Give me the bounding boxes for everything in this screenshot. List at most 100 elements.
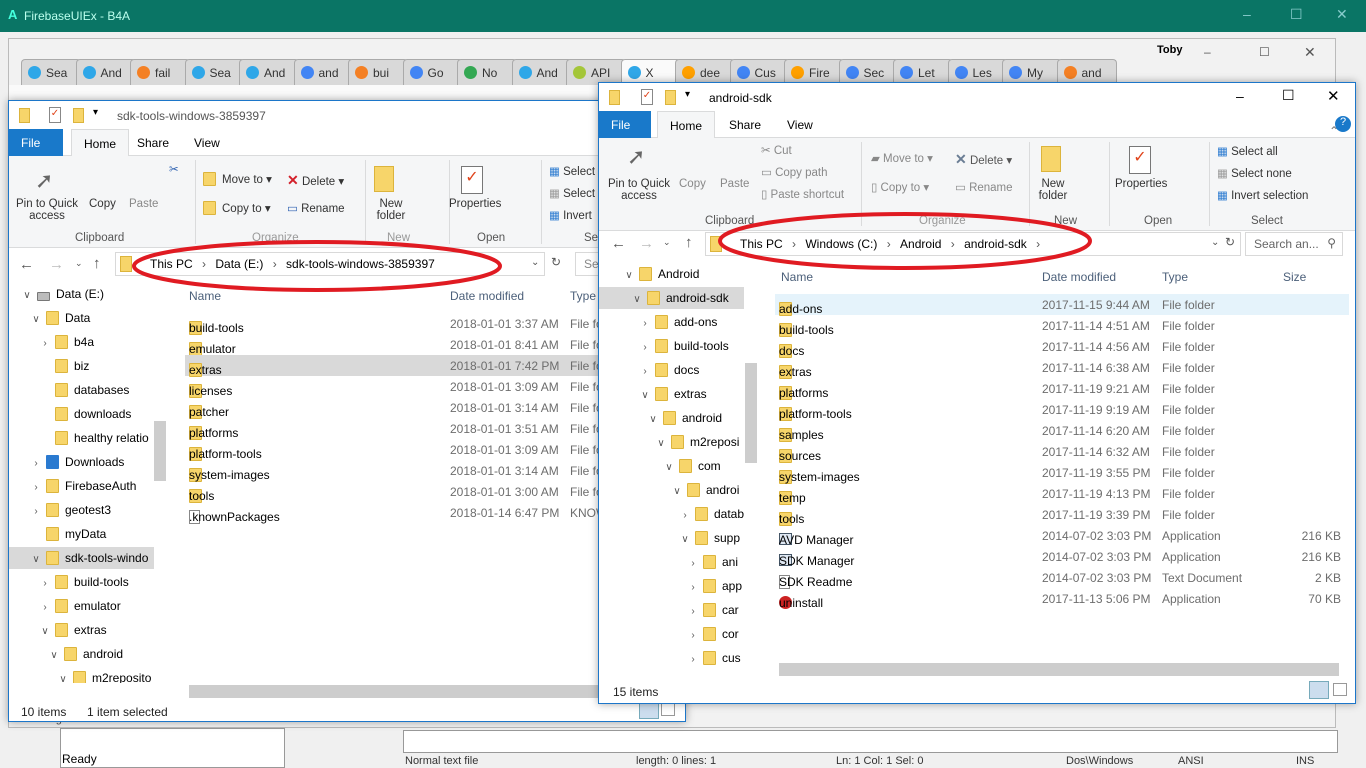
tree-item[interactable]: ∨ android-sdk <box>599 287 744 309</box>
column-type[interactable]: Type <box>570 289 596 303</box>
chevron-right-icon[interactable]: › <box>30 482 42 493</box>
nav-pane-scrollbar[interactable] <box>154 421 166 481</box>
new-folder-qat-icon[interactable] <box>665 90 676 105</box>
tree-item[interactable]: ∨ Android <box>599 263 744 285</box>
breadcrumb-item[interactable]: Android <box>900 237 941 251</box>
tree-item[interactable]: ∨ m2reposito <box>9 667 154 683</box>
delete-button[interactable]: ✕ Delete ▾ <box>287 172 344 189</box>
file-row[interactable]: patcher 2018-01-01 3:14 AM File fo <box>185 397 605 419</box>
copy-path-button[interactable]: ▭ Copy path <box>761 165 828 179</box>
chevron-down-icon[interactable]: ∨ <box>30 554 42 565</box>
copy-button[interactable]: Copy <box>679 178 706 190</box>
address-bar[interactable]: This PC › Data (E:) › sdk-tools-windows-… <box>115 252 545 276</box>
minimize-button[interactable]: – <box>1243 6 1251 22</box>
maximize-button[interactable]: ☐ <box>1290 6 1303 23</box>
address-dropdown-icon[interactable]: ⌄ <box>1211 237 1219 248</box>
tree-item[interactable]: › cus <box>599 647 744 669</box>
select-none-button[interactable]: ▦ Select <box>549 186 595 200</box>
file-row[interactable]: licenses 2018-01-01 3:09 AM File fo <box>185 376 605 398</box>
chevron-right-icon[interactable]: › <box>30 506 42 517</box>
large-icons-view-button[interactable] <box>1333 683 1347 696</box>
refresh-button[interactable]: ↻ <box>1225 235 1235 249</box>
chevron-down-icon[interactable]: ∨ <box>39 626 51 637</box>
recent-locations-button[interactable]: ⌄ <box>663 237 671 248</box>
chevron-right-icon[interactable]: › <box>687 630 699 641</box>
file-row[interactable]: platform-tools 2018-01-01 3:09 AM File fo <box>185 439 605 461</box>
chrome-tab[interactable]: Go <box>402 59 463 85</box>
chevron-right-icon[interactable]: › <box>687 606 699 617</box>
recent-locations-button[interactable]: ⌄ <box>75 258 83 269</box>
help-button[interactable]: ? <box>1335 116 1351 132</box>
chevron-right-icon[interactable]: › <box>687 558 699 569</box>
file-row[interactable]: sources 2017-11-14 6:32 AM File folder <box>775 441 1349 463</box>
large-icons-view-button[interactable] <box>661 703 675 716</box>
chrome-tab[interactable]: Sea <box>21 59 81 85</box>
rename-button[interactable]: ▭ Rename <box>287 201 345 215</box>
chrome-user[interactable]: Toby <box>1157 44 1182 56</box>
file-row[interactable]: emulator 2018-01-01 8:41 AM File fo <box>185 334 605 356</box>
chrome-tab[interactable]: fail <box>130 59 190 85</box>
file-row[interactable]: AVD Manager 2014-07-02 3:03 PM Application… <box>775 525 1349 547</box>
chevron-right-icon[interactable]: › <box>639 318 651 329</box>
address-bar[interactable]: This PC › Windows (C:) › Android › andro… <box>705 232 1241 256</box>
chrome-tab[interactable]: bui <box>348 59 408 85</box>
file-row[interactable]: SDK Readme 2014-07-02 3:03 PM Text Documen… <box>775 567 1349 589</box>
file-row[interactable]: uninstall 2017-11-13 5:06 PM Application 70… <box>775 588 1349 610</box>
paste-button[interactable]: Paste <box>129 198 158 210</box>
rename-button[interactable]: ▭ Rename <box>955 180 1013 194</box>
chevron-down-icon[interactable]: ∨ <box>623 270 635 281</box>
tree-item[interactable]: databases <box>9 379 154 401</box>
breadcrumb-item[interactable]: Windows (C:) <box>805 237 877 251</box>
tab-home[interactable]: Home <box>71 129 130 156</box>
tab-view[interactable]: View <box>182 129 232 156</box>
tree-item[interactable]: ∨ m2reposi <box>599 431 744 453</box>
tab-share[interactable]: Share <box>125 129 181 156</box>
tree-item[interactable]: healthy relatio <box>9 427 154 449</box>
chevron-right-icon[interactable]: › <box>639 366 651 377</box>
chevron-right-icon[interactable]: › <box>30 458 42 469</box>
breadcrumb-item[interactable]: Data (E:) <box>215 257 263 271</box>
file-row[interactable]: samples 2017-11-14 6:20 AM File folder <box>775 420 1349 442</box>
copy-to-button[interactable]: ▯ Copy to ▾ <box>871 180 929 194</box>
tree-item[interactable]: ∨ extras <box>9 619 154 641</box>
back-button[interactable]: ← <box>19 256 34 273</box>
tree-item[interactable]: › emulator <box>9 595 154 617</box>
paste-shortcut-button[interactable]: ▯ Paste shortcut <box>761 187 844 201</box>
chrome-maximize-button[interactable]: ☐ <box>1259 45 1270 59</box>
file-row[interactable]: tools 2017-11-19 3:39 PM File folder <box>775 504 1349 526</box>
chrome-tab[interactable]: No <box>457 59 517 85</box>
invert-selection-button[interactable]: ▦ Invert selection <box>1217 188 1308 202</box>
properties-qat-icon[interactable]: ✓ <box>641 89 653 105</box>
tab-share[interactable]: Share <box>717 111 773 138</box>
maximize-button[interactable]: ☐ <box>1282 87 1295 104</box>
tree-item[interactable]: › FirebaseAuth <box>9 475 154 497</box>
chevron-right-icon[interactable]: › <box>639 342 651 353</box>
chevron-right-icon[interactable]: › <box>39 338 51 349</box>
breadcrumb-item[interactable]: This PC <box>150 257 193 271</box>
move-to-button[interactable]: Move to ▾ <box>203 172 272 186</box>
column-size[interactable]: Size <box>1283 270 1306 284</box>
file-row[interactable]: platform-tools 2017-11-19 9:19 AM File fol… <box>775 399 1349 421</box>
column-date-modified[interactable]: Date modified <box>450 289 524 303</box>
horizontal-scrollbar[interactable] <box>189 685 609 698</box>
file-row[interactable]: tools 2018-01-01 3:00 AM File fo <box>185 481 605 503</box>
chevron-right-icon[interactable]: › <box>679 510 691 521</box>
breadcrumb-chevron-icon[interactable]: › <box>883 237 894 251</box>
column-name[interactable]: Name <box>781 270 813 284</box>
chrome-tab[interactable]: And <box>75 59 136 85</box>
tree-item[interactable]: › add-ons <box>599 311 744 333</box>
forward-button[interactable]: → <box>639 235 654 252</box>
tree-item[interactable]: ∨ Data <box>9 307 154 329</box>
new-folder-button[interactable]: New folder <box>1035 178 1071 202</box>
tab-file[interactable]: File <box>599 111 651 138</box>
file-row[interactable]: platforms 2018-01-01 3:51 AM File fo <box>185 418 605 440</box>
chrome-minimize-button[interactable]: – <box>1204 45 1211 59</box>
move-to-button[interactable]: ▰ Move to ▾ <box>871 151 933 165</box>
chevron-down-icon[interactable]: ∨ <box>663 462 675 473</box>
chevron-down-icon[interactable]: ∨ <box>655 438 667 449</box>
column-date-modified[interactable]: Date modified <box>1042 270 1116 284</box>
copy-button[interactable]: Copy <box>89 198 116 210</box>
chevron-down-icon[interactable]: ∨ <box>57 674 69 683</box>
tree-item[interactable]: ∨ supp <box>599 527 744 549</box>
new-folder-button[interactable]: New folder <box>369 198 413 222</box>
